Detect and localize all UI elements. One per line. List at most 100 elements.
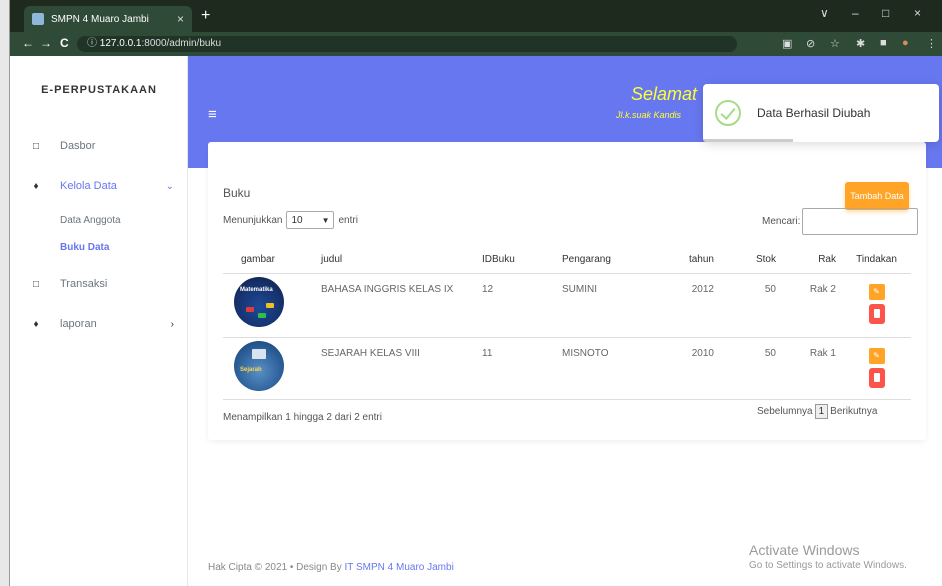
pagination-next[interactable]: Berikutnya	[830, 406, 877, 417]
books-table: gambar judul IDBuku Pengarang tahun Stok…	[223, 246, 911, 400]
footer: Hak Cipta © 2021 • Design By IT SMPN 4 M…	[208, 562, 454, 573]
cover-cell: Sejarah	[223, 337, 301, 400]
watermark-subtitle: Go to Settings to activate Windows.	[749, 560, 907, 571]
card-title: Buku	[223, 186, 251, 200]
minimize-button[interactable]: –	[852, 6, 859, 20]
footer-link[interactable]: IT SMPN 4 Muaro Jambi	[345, 562, 454, 573]
browser-menu-icon[interactable]: ⋮	[926, 37, 937, 50]
cell-idbuku: 12	[476, 273, 556, 338]
length-suffix: entri	[338, 214, 358, 226]
info-icon: ⓘ	[87, 38, 97, 49]
entries-select-value: 10	[291, 214, 303, 226]
close-window-button[interactable]: ×	[914, 6, 921, 20]
cover-shape	[258, 312, 266, 318]
entries-select[interactable]: 10 ▼	[286, 211, 335, 229]
length-prefix: Menunjukkan	[223, 214, 283, 226]
translate-icon[interactable]: ▣	[782, 37, 792, 50]
url-host: 127.0.0.1	[99, 38, 142, 49]
bookmark-star-icon[interactable]: ☆	[830, 37, 840, 50]
column-header-stok[interactable]: Stok	[720, 246, 782, 274]
book-cover-image: Sejarah	[234, 340, 284, 391]
extensions-icon[interactable]: ✱	[856, 37, 865, 50]
toast-message: Data Berhasil Diubah	[757, 106, 871, 120]
search-label: Mencari:	[762, 216, 801, 227]
tab-search-icon[interactable]: ∨	[820, 6, 829, 20]
cell-pengarang: SUMINI	[556, 273, 652, 338]
table-row: Matematika BAHASA INGGRIS KELAS IX 12 SU…	[223, 273, 911, 338]
books-card: Buku Tambah Data Menunjukkan 10 ▼ entri …	[208, 142, 926, 440]
success-toast: Data Berhasil Diubah	[703, 84, 939, 142]
footer-text: Hak Cipta © 2021 • Design By	[208, 562, 345, 573]
cell-tindakan: ✎	[842, 273, 911, 338]
sidebar-item-kelola-data[interactable]: ♦ Kelola Data ⌄	[10, 176, 188, 196]
edit-icon[interactable]: ✎	[868, 347, 885, 364]
reload-icon[interactable]: C	[60, 36, 69, 50]
check-circle-icon	[715, 100, 741, 126]
back-arrow-icon[interactable]: ←	[22, 36, 34, 50]
column-header-tindakan[interactable]: Tindakan	[842, 246, 911, 274]
sidebar-item-dasbor[interactable]: □ Dasbor	[10, 136, 188, 156]
cover-label: Matematika	[240, 286, 273, 293]
new-tab-button[interactable]: +	[201, 7, 210, 25]
column-header-idbuku[interactable]: IDBuku	[476, 246, 556, 274]
tab-close-icon[interactable]: ×	[177, 12, 184, 26]
cover-cell: Matematika	[223, 273, 301, 338]
url-field[interactable]: ⓘ 127.0.0.1:8000/admin/buku	[77, 36, 737, 52]
column-header-gambar[interactable]: gambar	[223, 246, 301, 274]
watermark-title: Activate Windows	[749, 542, 860, 558]
share-icon[interactable]: ⊘	[806, 37, 815, 50]
cover-shape	[246, 306, 254, 312]
fire-icon: ♦	[33, 180, 39, 192]
profile-avatar-icon[interactable]: ●	[902, 37, 909, 49]
tab-title: SMPN 4 Muaro Jambi	[51, 13, 149, 25]
toast-progress-bar	[703, 139, 793, 142]
sidebar-item-label: Dasbor	[60, 140, 96, 152]
left-window-edge	[0, 0, 10, 586]
sidebar-subitem-data-anggota[interactable]: Data Anggota	[60, 215, 121, 226]
browser-address-bar: ← → C ⓘ 127.0.0.1:8000/admin/buku ▣ ⊘ ☆ …	[0, 32, 942, 56]
cell-idbuku: 11	[476, 337, 556, 400]
maximize-button[interactable]: □	[882, 6, 889, 20]
entries-length-control: Menunjukkan 10 ▼ entri	[223, 211, 358, 229]
sidebar: E-PERPUSTAKAAN □ Dasbor ♦ Kelola Data ⌄ …	[10, 56, 188, 586]
trash-icon[interactable]	[868, 367, 885, 388]
sidebar-item-label: Transaksi	[60, 278, 108, 290]
cell-tindakan: ✎	[842, 337, 911, 400]
sidebar-item-transaksi[interactable]: □ Transaksi	[10, 274, 188, 294]
cell-stok: 50	[720, 273, 782, 338]
sidepanel-icon[interactable]: ■	[880, 37, 887, 49]
forward-arrow-icon[interactable]: →	[40, 36, 52, 50]
column-header-pengarang[interactable]: Pengarang	[556, 246, 652, 274]
sidebar-brand[interactable]: E-PERPUSTAKAAN	[10, 84, 188, 96]
cell-rak: Rak 1	[782, 337, 842, 400]
sidebar-subitem-buku-data[interactable]: Buku Data	[60, 242, 109, 253]
cell-judul: BAHASA INGGRIS KELAS IX	[301, 273, 476, 338]
column-header-judul[interactable]: judul	[301, 246, 476, 274]
cell-tahun: 2010	[652, 337, 720, 400]
activate-windows-watermark: Activate Windows Go to Settings to activ…	[749, 542, 907, 571]
chevron-right-icon: ›	[170, 318, 174, 330]
square-icon: □	[32, 278, 40, 290]
edit-icon[interactable]: ✎	[868, 283, 885, 300]
add-data-button[interactable]: Tambah Data	[845, 182, 909, 210]
sidebar-item-label: laporan	[60, 318, 97, 330]
welcome-heading: Selamat	[631, 84, 698, 104]
table-row: Sejarah SEJARAH KELAS VIII 11 MISNOTO 20…	[223, 337, 911, 400]
column-header-tahun[interactable]: tahun	[652, 246, 720, 274]
favicon-icon	[32, 13, 44, 25]
browser-tab[interactable]: SMPN 4 Muaro Jambi ×	[24, 6, 192, 32]
cell-judul: SEJARAH KELAS VIII	[301, 337, 476, 400]
table-header-row: gambar judul IDBuku Pengarang tahun Stok…	[223, 246, 911, 274]
pagination-prev[interactable]: Sebelumnya	[757, 406, 813, 417]
table-info: Menampilkan 1 hingga 2 dari 2 entri	[223, 412, 382, 423]
search-input[interactable]	[802, 208, 919, 235]
cell-stok: 50	[720, 337, 782, 400]
pagination-page-1[interactable]: 1	[814, 404, 829, 419]
column-header-rak[interactable]: Rak	[782, 246, 842, 274]
cover-shape	[252, 348, 266, 359]
trash-icon[interactable]	[868, 303, 885, 324]
chevron-down-icon: ▼	[321, 215, 330, 225]
hamburger-menu-icon[interactable]: ≡	[208, 106, 217, 123]
browser-tab-bar: SMPN 4 Muaro Jambi × + ∨ – □ ×	[0, 0, 942, 32]
sidebar-item-laporan[interactable]: ♦ laporan ›	[10, 314, 188, 334]
